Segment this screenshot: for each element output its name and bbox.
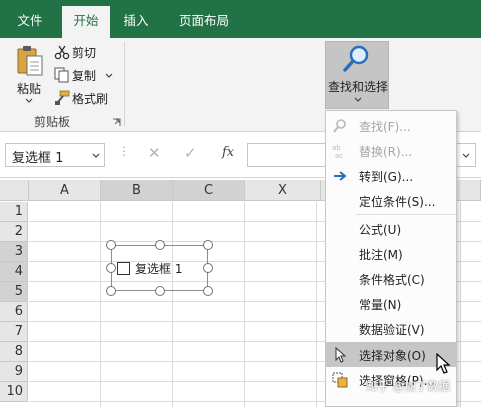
- tab-file[interactable]: 文件: [6, 8, 54, 38]
- group-divider: [124, 42, 125, 126]
- menu-item-replace[interactable]: ab ac 替换(R)...: [326, 138, 456, 163]
- mouse-cursor-icon: [436, 353, 451, 374]
- row-header-1[interactable]: 1: [0, 202, 28, 222]
- row-header-7[interactable]: 7: [0, 322, 28, 342]
- paste-label: 粘贴: [17, 82, 42, 96]
- row-header-4[interactable]: 4: [0, 262, 28, 282]
- resize-handle-bottom-left[interactable]: [106, 286, 116, 296]
- tab-home[interactable]: 开始: [62, 6, 110, 38]
- arrow-right-icon: [334, 171, 347, 181]
- replace-icon: abac: [332, 144, 343, 159]
- resize-handle-right[interactable]: [203, 263, 213, 273]
- menu-item-label: 条件格式(C): [359, 273, 425, 287]
- tab-page-layout[interactable]: 页面布局: [166, 8, 242, 38]
- menu-item-formulas[interactable]: 公式(U): [326, 216, 456, 241]
- checkbox-label: 复选框 1: [135, 262, 183, 276]
- column-header-b[interactable]: B: [101, 180, 173, 201]
- chevron-down-icon: [354, 97, 362, 102]
- format-painter-button[interactable]: 格式刷: [52, 89, 114, 108]
- find-select-button[interactable]: 查找和选择: [325, 41, 389, 109]
- magnifier-icon: [343, 45, 369, 72]
- resize-handle-bottom[interactable]: [155, 286, 165, 296]
- row-header-6[interactable]: 6: [0, 302, 28, 322]
- menu-item-label: 选择对象(O): [359, 349, 426, 363]
- paste-icon: [17, 46, 43, 76]
- row-header-2[interactable]: 2: [0, 222, 28, 242]
- resize-handle-top-right[interactable]: [203, 240, 213, 250]
- format-painter-label: 格式刷: [72, 92, 109, 106]
- insert-function-icon[interactable]: fx: [222, 145, 234, 160]
- svg-text:ac: ac: [335, 152, 343, 159]
- row-header-8[interactable]: 8: [0, 342, 28, 362]
- row-header-5[interactable]: 5: [0, 282, 28, 302]
- row-header-9[interactable]: 9: [0, 362, 28, 382]
- menu-item-goto-special[interactable]: 定位条件(S)...: [326, 188, 456, 213]
- clipboard-group-label: 剪贴板: [34, 115, 71, 129]
- menu-item-comments[interactable]: 批注(M): [326, 241, 456, 266]
- row-header-3[interactable]: 3: [0, 242, 28, 262]
- find-select-label: 查找和选择: [328, 80, 389, 94]
- ribbon-tab-bar: 文件 开始 插入 页面布局: [0, 0, 481, 38]
- row-header-10[interactable]: 10: [0, 382, 28, 402]
- menu-item-label: 常量(N): [359, 298, 402, 312]
- copy-button[interactable]: 复制: [52, 66, 114, 85]
- menu-separator: [356, 214, 456, 215]
- menu-item-data-validation[interactable]: 数据验证(V): [326, 316, 456, 341]
- watermark-text: 知乎 @加丁数据: [366, 379, 451, 393]
- pointer-icon: [335, 347, 347, 363]
- tab-insert[interactable]: 插入: [114, 8, 158, 38]
- name-box[interactable]: 复选框 1: [5, 143, 105, 167]
- resize-handle-top-left[interactable]: [106, 240, 116, 250]
- paste-button[interactable]: 粘贴: [10, 42, 48, 108]
- menu-item-goto[interactable]: 转到(G)...: [326, 163, 456, 188]
- scissors-icon: [54, 45, 70, 60]
- cut-label: 剪切: [72, 46, 97, 60]
- column-header-c[interactable]: C: [173, 180, 245, 201]
- chevron-down-icon[interactable]: [92, 153, 100, 159]
- svg-text:ab: ab: [332, 144, 341, 152]
- selection-pane-icon: [332, 372, 348, 388]
- column-header-x[interactable]: X: [245, 180, 321, 201]
- dialog-launcher-icon[interactable]: [112, 118, 121, 127]
- search-icon: [333, 119, 346, 133]
- menu-item-label: 查找(F)...: [359, 120, 411, 134]
- cancel-icon[interactable]: ✕: [148, 144, 161, 162]
- select-all-corner[interactable]: [0, 180, 29, 201]
- copy-icon: [54, 67, 69, 83]
- menu-item-constants[interactable]: 常量(N): [326, 291, 456, 316]
- menu-item-label: 公式(U): [359, 223, 402, 237]
- enter-icon[interactable]: ✓: [184, 144, 197, 162]
- chevron-down-icon[interactable]: [462, 153, 470, 159]
- resize-handle-top[interactable]: [155, 240, 165, 250]
- menu-item-label: 批注(M): [359, 248, 403, 262]
- chevron-down-icon: [25, 98, 33, 103]
- menu-item-label: 数据验证(V): [359, 323, 425, 337]
- menu-item-conditional-formatting[interactable]: 条件格式(C): [326, 266, 456, 291]
- copy-label: 复制: [72, 69, 97, 83]
- checkbox-control[interactable]: [117, 262, 130, 275]
- menu-item-find[interactable]: 查找(F)...: [326, 113, 456, 138]
- format-painter-icon: [55, 90, 70, 105]
- resize-handle-left[interactable]: [106, 263, 116, 273]
- menu-item-label: 替换(R)...: [359, 145, 413, 159]
- formula-bar-grip-icon: ⋮: [118, 144, 130, 158]
- menu-item-label: 转到(G)...: [359, 170, 414, 184]
- column-header-a[interactable]: A: [29, 180, 101, 201]
- chevron-down-icon: [105, 73, 113, 78]
- menu-item-label: 定位条件(S)...: [359, 195, 436, 209]
- name-box-value: 复选框 1: [12, 151, 64, 166]
- resize-handle-bottom-right[interactable]: [203, 286, 213, 296]
- cut-button[interactable]: 剪切: [52, 43, 112, 62]
